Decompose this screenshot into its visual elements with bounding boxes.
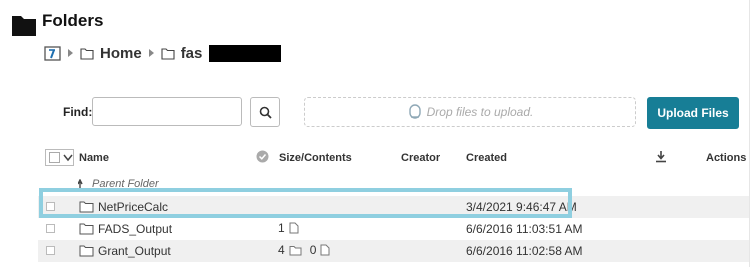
checkbox-box <box>49 152 60 163</box>
parent-folder-label: Parent Folder <box>92 178 159 190</box>
folder-icon <box>12 16 36 36</box>
find-label: Find: <box>63 105 93 119</box>
folder-icon <box>161 47 175 60</box>
table-row[interactable]: Grant_Output 4 0 6/6/2016 11:02:58 AM <box>38 240 749 262</box>
created-date: 6/6/2016 11:02:58 AM <box>466 244 583 258</box>
file-icon <box>289 222 299 234</box>
table-row[interactable]: NetPriceCalc 3/4/2021 9:46:47 AM <box>38 196 749 218</box>
breadcrumb-separator-icon <box>68 49 73 57</box>
file-count: 1 <box>278 221 285 235</box>
breadcrumb-separator-icon <box>148 49 154 57</box>
folder-icon <box>79 223 94 235</box>
parent-folder-link[interactable]: Parent Folder <box>78 178 159 190</box>
root-folder-icon[interactable] <box>44 45 61 62</box>
folder-icon <box>79 201 94 213</box>
download-icon[interactable] <box>655 150 667 163</box>
column-header-name[interactable]: Name <box>79 152 109 164</box>
up-arrow-icon <box>78 178 87 190</box>
folder-name[interactable]: Grant_Output <box>98 244 171 258</box>
folder-icon <box>289 245 302 255</box>
column-header-actions: Actions <box>706 152 747 164</box>
search-button[interactable] <box>250 97 280 127</box>
breadcrumb: Home fas <box>44 43 282 63</box>
breadcrumb-home[interactable]: Home <box>100 45 142 62</box>
row-checkbox[interactable] <box>46 224 55 233</box>
file-count: 0 <box>309 243 317 257</box>
folders-panel: Folders Home fas Find: Drop files to upl… <box>0 0 750 267</box>
size-contents: 1 <box>278 221 299 235</box>
created-date: 3/4/2021 9:46:47 AM <box>466 200 577 214</box>
upload-files-button[interactable]: Upload Files <box>647 97 739 129</box>
folder-count: 4 <box>278 243 285 257</box>
redacted-block <box>209 44 282 62</box>
select-all-checkbox[interactable] <box>45 149 74 166</box>
page-title: Folders <box>42 11 104 30</box>
folder-name[interactable]: FADS_Output <box>98 222 172 236</box>
status-check-icon <box>256 150 269 163</box>
breadcrumb-current[interactable]: fas <box>181 45 203 62</box>
size-contents: 4 0 <box>278 243 330 257</box>
file-icon <box>320 244 330 256</box>
column-header-creator[interactable]: Creator <box>401 152 440 164</box>
folder-icon <box>79 245 94 257</box>
table-row[interactable]: FADS_Output 1 6/6/2016 11:03:51 AM <box>38 218 749 240</box>
upload-cloud-icon <box>408 104 421 119</box>
chevron-down-icon[interactable] <box>63 154 73 162</box>
column-header-size[interactable]: Size/Contents <box>279 152 352 164</box>
row-checkbox[interactable] <box>46 202 55 211</box>
created-date: 6/6/2016 11:03:51 AM <box>466 222 583 236</box>
drop-zone-text: Drop files to upload. <box>426 105 534 119</box>
search-icon <box>259 106 272 119</box>
find-input[interactable] <box>92 97 242 126</box>
column-header-created[interactable]: Created <box>466 152 507 164</box>
drop-zone[interactable]: Drop files to upload. <box>304 97 636 127</box>
folder-name[interactable]: NetPriceCalc <box>98 200 168 214</box>
folder-icon <box>80 47 94 60</box>
row-checkbox[interactable] <box>46 246 55 255</box>
